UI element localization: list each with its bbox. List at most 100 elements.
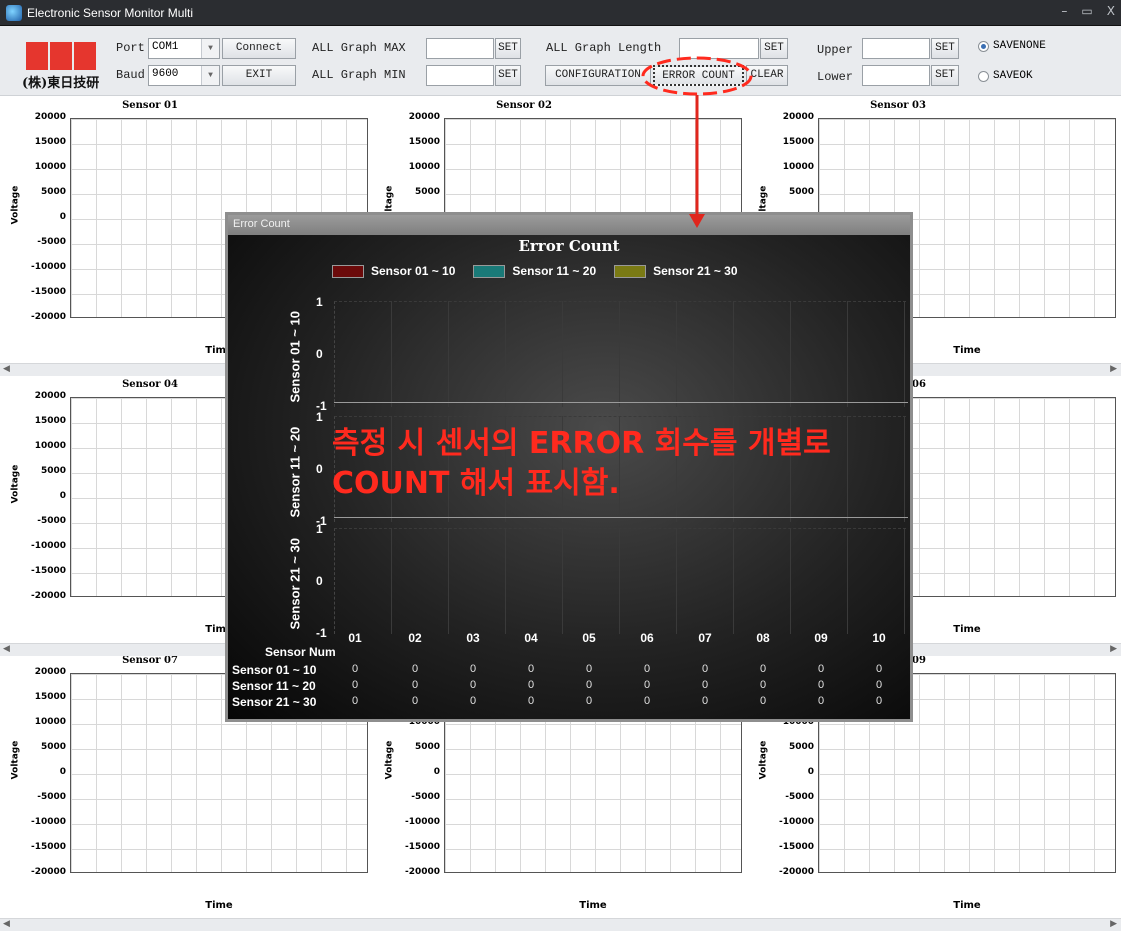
- scroll-left-icon[interactable]: ◀: [3, 364, 10, 374]
- y-tick-label: -15000: [30, 287, 66, 297]
- y-tick-label: -15000: [404, 842, 440, 852]
- x-category-label: 03: [466, 631, 480, 645]
- y-tick-label: -5000: [411, 792, 440, 802]
- maximize-button[interactable]: ▭: [1081, 4, 1092, 18]
- savenone-label: SAVENONE: [993, 40, 1046, 52]
- x-category-label: 05: [582, 631, 596, 645]
- table-cell: 0: [351, 679, 359, 691]
- table-cell: 0: [411, 679, 419, 691]
- saveok-radio[interactable]: SAVEOK: [978, 70, 1033, 82]
- upper-input[interactable]: [862, 38, 930, 59]
- y-axis-label: Voltage: [10, 185, 21, 225]
- upper-set-button[interactable]: SET: [931, 38, 959, 59]
- table-cell: 0: [759, 679, 767, 691]
- legend-label: Sensor 11 ~ 20: [512, 264, 597, 278]
- table-row-label: Sensor 21 ~ 30: [232, 695, 317, 709]
- legend-item: Sensor 11 ~ 20: [473, 264, 596, 278]
- graph-min-set-button[interactable]: SET: [495, 65, 521, 86]
- y-tick-label: 10000: [408, 162, 440, 172]
- table-cell: 0: [875, 663, 883, 675]
- y-tick-label: 20000: [34, 391, 66, 401]
- table-cell: 0: [469, 695, 477, 707]
- table-cell: 0: [469, 679, 477, 691]
- y-axis-label: Voltage: [758, 740, 769, 780]
- port-select[interactable]: COM1 ▼: [148, 38, 220, 59]
- graph-max-input[interactable]: [426, 38, 494, 59]
- annotation-line-1: 측정 시 센서의 ERROR 회수를 개별로: [332, 426, 831, 461]
- panel-grid: [334, 301, 906, 407]
- configuration-button[interactable]: CONFIGURATION: [545, 65, 651, 86]
- chevron-down-icon[interactable]: ▼: [201, 66, 219, 85]
- port-label: Port: [116, 41, 145, 55]
- y-tick-label: -15000: [30, 842, 66, 852]
- lower-label: Lower: [817, 70, 854, 84]
- x-category-label: 01: [348, 631, 362, 645]
- panel-separator: [334, 517, 908, 518]
- table-cell: 0: [701, 679, 709, 691]
- y-tick-label: -5000: [785, 792, 814, 802]
- y-tick-label: 15000: [34, 416, 66, 426]
- graph-length-label: ALL Graph Length: [546, 41, 662, 55]
- legend-swatch: [473, 264, 506, 278]
- upper-label: Upper: [817, 43, 854, 57]
- table-cell: 0: [527, 663, 535, 675]
- x-axis-label: Time: [205, 900, 233, 911]
- scrollbar-row-3[interactable]: ◀ ▶: [0, 918, 1121, 931]
- table-header: Sensor Num: [265, 645, 336, 659]
- x-category-label: 04: [524, 631, 538, 645]
- panel-tick-label: 1: [316, 410, 323, 424]
- table-cell: 0: [759, 663, 767, 675]
- savenone-radio[interactable]: SAVENONE: [978, 40, 1046, 52]
- y-tick-label: 15000: [34, 692, 66, 702]
- y-tick-label: -20000: [30, 312, 66, 322]
- x-category-label: 07: [698, 631, 712, 645]
- panel-tick-label: 0: [316, 574, 323, 588]
- port-value: COM1: [152, 41, 179, 53]
- table-cell: 0: [527, 695, 535, 707]
- scroll-right-icon[interactable]: ▶: [1110, 919, 1117, 929]
- lower-input[interactable]: [862, 65, 930, 86]
- connect-button[interactable]: Connect: [222, 38, 296, 59]
- lower-set-button[interactable]: SET: [931, 65, 959, 86]
- scroll-right-icon[interactable]: ▶: [1110, 364, 1117, 374]
- panel-tick-label: -1: [316, 626, 327, 640]
- clear-button[interactable]: CLEAR: [746, 65, 788, 86]
- panel-tick-label: 0: [316, 347, 323, 361]
- baud-select[interactable]: 9600 ▼: [148, 65, 220, 86]
- panel-axis-label: Sensor 01 ~ 10: [287, 311, 303, 403]
- x-category-label: 08: [756, 631, 770, 645]
- table-cell: 0: [469, 663, 477, 675]
- scroll-left-icon[interactable]: ◀: [3, 919, 10, 929]
- graph-length-set-button[interactable]: SET: [760, 38, 788, 59]
- y-tick-label: -10000: [404, 817, 440, 827]
- table-cell: 0: [411, 663, 419, 675]
- table-row-label: Sensor 01 ~ 10: [232, 663, 317, 677]
- panel-axis-label: Sensor 11 ~ 20: [287, 426, 303, 518]
- graph-length-input[interactable]: [679, 38, 759, 59]
- minimize-button[interactable]: –: [1061, 4, 1067, 18]
- table-cell: 0: [643, 663, 651, 675]
- graph-min-input[interactable]: [426, 65, 494, 86]
- close-button[interactable]: X: [1107, 4, 1115, 18]
- radio-selected-icon: [978, 40, 989, 52]
- panel-axis-label: Sensor 21 ~ 30: [287, 538, 303, 630]
- table-cell: 0: [411, 695, 419, 707]
- y-tick-label: -10000: [778, 817, 814, 827]
- table-cell: 0: [817, 695, 825, 707]
- table-cell: 0: [759, 695, 767, 707]
- scroll-left-icon[interactable]: ◀: [3, 644, 10, 654]
- toolbar: (株)東日技研 Port COM1 ▼ Baud 9600 ▼ Connect …: [0, 26, 1121, 96]
- y-tick-label: -15000: [778, 842, 814, 852]
- y-tick-label: -5000: [37, 237, 66, 247]
- table-cell: 0: [643, 679, 651, 691]
- x-category-label: 06: [640, 631, 654, 645]
- x-category-label: 02: [408, 631, 422, 645]
- legend-label: Sensor 01 ~ 10: [371, 264, 456, 278]
- chevron-down-icon[interactable]: ▼: [201, 39, 219, 58]
- error-count-button[interactable]: ERROR COUNT: [653, 65, 744, 86]
- exit-button[interactable]: EXIT: [222, 65, 296, 86]
- scroll-right-icon[interactable]: ▶: [1110, 644, 1117, 654]
- graph-max-set-button[interactable]: SET: [495, 38, 521, 59]
- legend-item: Sensor 01 ~ 10: [332, 264, 455, 278]
- table-cell: 0: [527, 679, 535, 691]
